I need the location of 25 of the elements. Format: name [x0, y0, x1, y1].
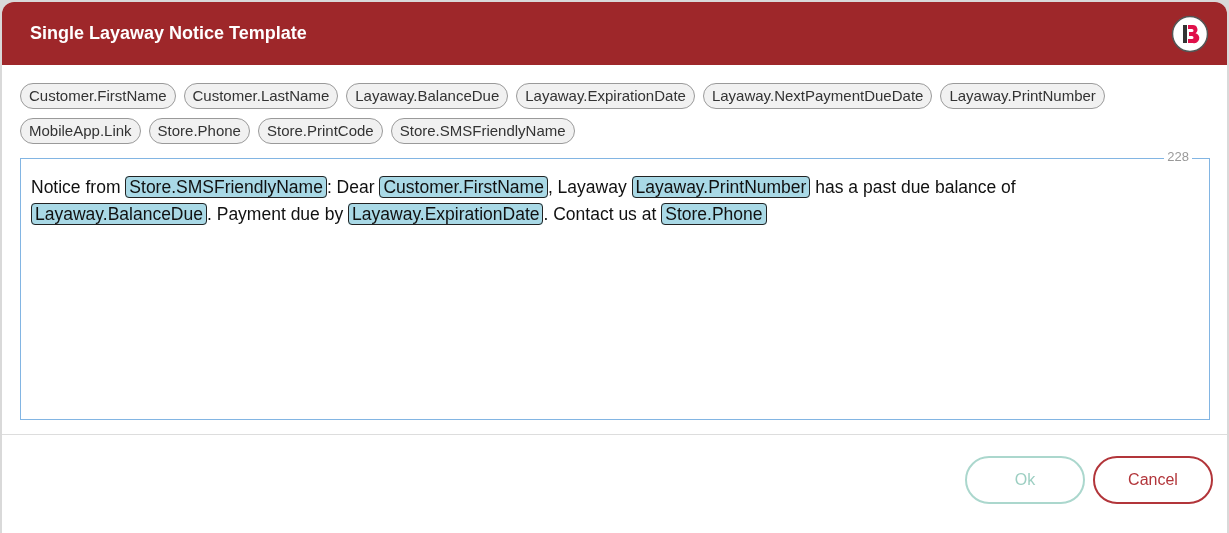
field-chip[interactable]: MobileApp.Link [20, 118, 141, 144]
field-chip[interactable]: Layaway.ExpirationDate [516, 83, 695, 109]
field-chip[interactable]: Customer.LastName [183, 83, 339, 109]
message-text: : Dear [326, 177, 375, 197]
field-token: Layaway.PrintNumber [631, 176, 811, 198]
message-text: , Layaway [547, 177, 627, 197]
logo-icon [1171, 14, 1209, 53]
field-token: Layaway.BalanceDue [31, 203, 207, 225]
message-text: Notice from [31, 177, 121, 197]
field-chip[interactable]: Customer.FirstName [20, 83, 176, 109]
field-token: Customer.FirstName [379, 176, 548, 198]
field-token: Layaway.ExpirationDate [348, 203, 544, 225]
field-token: Store.SMSFriendlyName [125, 176, 327, 198]
field-chip[interactable]: Layaway.BalanceDue [346, 83, 509, 109]
field-chip[interactable]: Store.Phone [148, 118, 250, 144]
message-text: . Payment due by [207, 204, 344, 224]
field-chip[interactable]: Store.SMSFriendlyName [390, 118, 575, 144]
message-text: . Contact us at [543, 204, 657, 224]
field-chip[interactable]: Layaway.NextPaymentDueDate [702, 83, 933, 109]
field-chip[interactable]: Store.PrintCode [257, 118, 383, 144]
dialog-title: Single Layaway Notice Template [30, 23, 307, 44]
cancel-button[interactable]: Cancel [1093, 456, 1213, 504]
field-token: Store.Phone [661, 203, 767, 225]
message-text: has a past due balance of [815, 177, 1016, 197]
field-chip[interactable]: Layaway.PrintNumber [940, 83, 1105, 109]
